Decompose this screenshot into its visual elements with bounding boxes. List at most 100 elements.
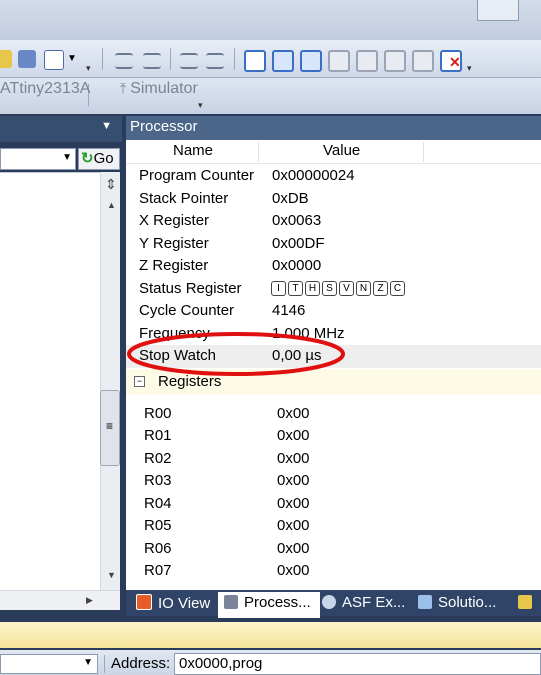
register-value: 0x00 — [277, 495, 310, 512]
window-frame-box — [477, 0, 519, 21]
property-row[interactable]: Cycle Counter 4146 — [126, 300, 541, 322]
row-name: Z Register — [139, 257, 209, 274]
vertical-scrollbar[interactable]: ⇕ ▲ ▼ — [100, 172, 120, 590]
status-flag-n[interactable]: N — [356, 280, 371, 296]
properties-icon — [518, 595, 532, 609]
toolbar-grip[interactable]: ▾ — [86, 63, 94, 73]
status-flag-i[interactable]: I — [271, 280, 286, 296]
column-header-name[interactable]: Name — [173, 142, 213, 159]
register-row[interactable]: R01 0x00 — [126, 425, 541, 447]
status-flag-v[interactable]: V — [339, 280, 354, 296]
prev-bookmark-doc-icon[interactable] — [384, 50, 406, 72]
register-value: 0x00 — [277, 562, 310, 579]
tool-label[interactable]: ⤒ Simulator — [120, 80, 198, 98]
register-value: 0x00 — [277, 540, 310, 557]
solution-icon — [418, 595, 432, 609]
terminal-icon[interactable] — [44, 50, 64, 70]
column-separator[interactable] — [423, 142, 424, 162]
tool-label-text: Simulator — [130, 80, 198, 97]
bookmark-icon[interactable] — [244, 50, 266, 72]
tab-overflow[interactable] — [512, 592, 541, 618]
chevron-down-icon[interactable]: ▼ — [83, 657, 93, 668]
go-arrow-icon: ↻ — [81, 150, 94, 167]
property-row-status-register[interactable]: Status Register ITHSVNZC — [126, 278, 541, 300]
row-value: 0x00000024 — [272, 167, 355, 184]
bottom-tab-bar: IO View Process... ASF Ex... Solutio... — [126, 590, 541, 618]
chevron-down-icon[interactable]: ▼ — [101, 120, 112, 132]
next-bookmark-doc-icon[interactable] — [412, 50, 434, 72]
split-icon[interactable]: ⇕ — [105, 176, 117, 193]
column-header-value[interactable]: Value — [323, 142, 360, 159]
row-value: 0x0000 — [272, 257, 322, 274]
row-value: 4146 — [272, 302, 306, 319]
outdent-icon[interactable] — [143, 53, 161, 69]
tab-asf-explorer[interactable]: ASF Ex... — [316, 592, 414, 618]
horizontal-scrollbar[interactable]: ▶ — [0, 590, 120, 610]
wand-icon[interactable] — [18, 50, 36, 68]
property-row[interactable]: X Register 0x0063 — [126, 210, 541, 232]
status-flag-z[interactable]: Z — [373, 280, 388, 296]
highlight-ellipse — [127, 332, 345, 376]
tab-solution[interactable]: Solutio... — [412, 592, 514, 618]
toolbar-grip[interactable]: ▾ — [467, 63, 475, 73]
io-view-icon — [136, 594, 152, 610]
prev-bookmark-icon[interactable] — [272, 50, 294, 72]
status-flag-h[interactable]: H — [305, 280, 320, 296]
tab-label: ASF Ex... — [342, 594, 406, 611]
chevron-down-icon[interactable]: ▼ — [62, 152, 72, 163]
row-name: Cycle Counter — [139, 302, 235, 319]
asf-explorer-icon — [322, 595, 336, 609]
scroll-down-icon[interactable]: ▼ — [107, 570, 116, 580]
register-value: 0x00 — [277, 427, 310, 444]
row-name: Y Register — [139, 235, 209, 252]
register-name: R05 — [144, 517, 172, 534]
status-flag-s[interactable]: S — [322, 280, 337, 296]
tab-label: IO View — [158, 595, 211, 612]
left-pane-header: ▼ — [0, 116, 122, 142]
address-input[interactable]: 0x0000,prog — [174, 653, 541, 675]
output-pane-header — [0, 622, 541, 648]
register-row[interactable]: R04 0x00 — [126, 493, 541, 515]
toolbar-icon-a[interactable] — [0, 50, 12, 68]
left-pane-body — [0, 172, 100, 610]
register-row[interactable]: R03 0x00 — [126, 470, 541, 492]
register-row[interactable]: R02 0x00 — [126, 448, 541, 470]
tab-io-view[interactable]: IO View — [130, 592, 222, 618]
column-separator[interactable] — [258, 142, 259, 162]
prev-bookmark-folder-icon[interactable] — [328, 50, 350, 72]
register-row[interactable]: R06 0x00 — [126, 538, 541, 560]
scrollbar-thumb[interactable]: ≡ — [100, 390, 120, 466]
tab-processor[interactable]: Process... — [218, 592, 320, 618]
scroll-right-icon[interactable]: ▶ — [86, 595, 93, 606]
row-value: 0x0063 — [272, 212, 322, 229]
comment-icon[interactable] — [180, 53, 198, 69]
property-row[interactable]: Z Register 0x0000 — [126, 255, 541, 277]
register-row[interactable]: R07 0x00 — [126, 560, 541, 582]
property-row[interactable]: Program Counter 0x00000024 — [126, 165, 541, 187]
status-flag-t[interactable]: T — [288, 280, 303, 296]
status-flag-c[interactable]: C — [390, 280, 405, 296]
register-row[interactable]: R05 0x00 — [126, 515, 541, 537]
chevron-down-icon[interactable]: ▼ — [67, 53, 77, 64]
indent-icon[interactable] — [115, 53, 133, 69]
uncomment-icon[interactable] — [206, 53, 224, 69]
toolbar-grip[interactable]: ▾ — [198, 100, 206, 110]
property-row[interactable]: Y Register 0x00DF — [126, 233, 541, 255]
tab-label: Process... — [244, 594, 311, 611]
tool-icon: ⤒ — [120, 80, 127, 96]
register-name: R06 — [144, 540, 172, 557]
address-label: Address: — [111, 655, 171, 672]
property-row[interactable]: Stack Pointer 0xDB — [126, 188, 541, 210]
row-name: Stack Pointer — [139, 190, 229, 207]
memory-type-combo[interactable]: ▼ — [0, 654, 98, 674]
register-row[interactable]: R00 0x00 — [126, 403, 541, 425]
next-bookmark-folder-icon[interactable] — [356, 50, 378, 72]
next-bookmark-icon[interactable] — [300, 50, 322, 72]
device-label[interactable]: ATtiny2313A — [0, 80, 90, 98]
register-value: 0x00 — [277, 405, 310, 422]
scroll-up-icon[interactable]: ▲ — [107, 200, 116, 210]
debug-toolbar: ▼ ▾ ✕ ▾ — [0, 40, 541, 78]
go-button[interactable]: ↻Go — [78, 148, 120, 170]
clear-x-icon: ✕ — [449, 54, 461, 70]
left-combo-box[interactable]: ▼ — [0, 148, 76, 170]
